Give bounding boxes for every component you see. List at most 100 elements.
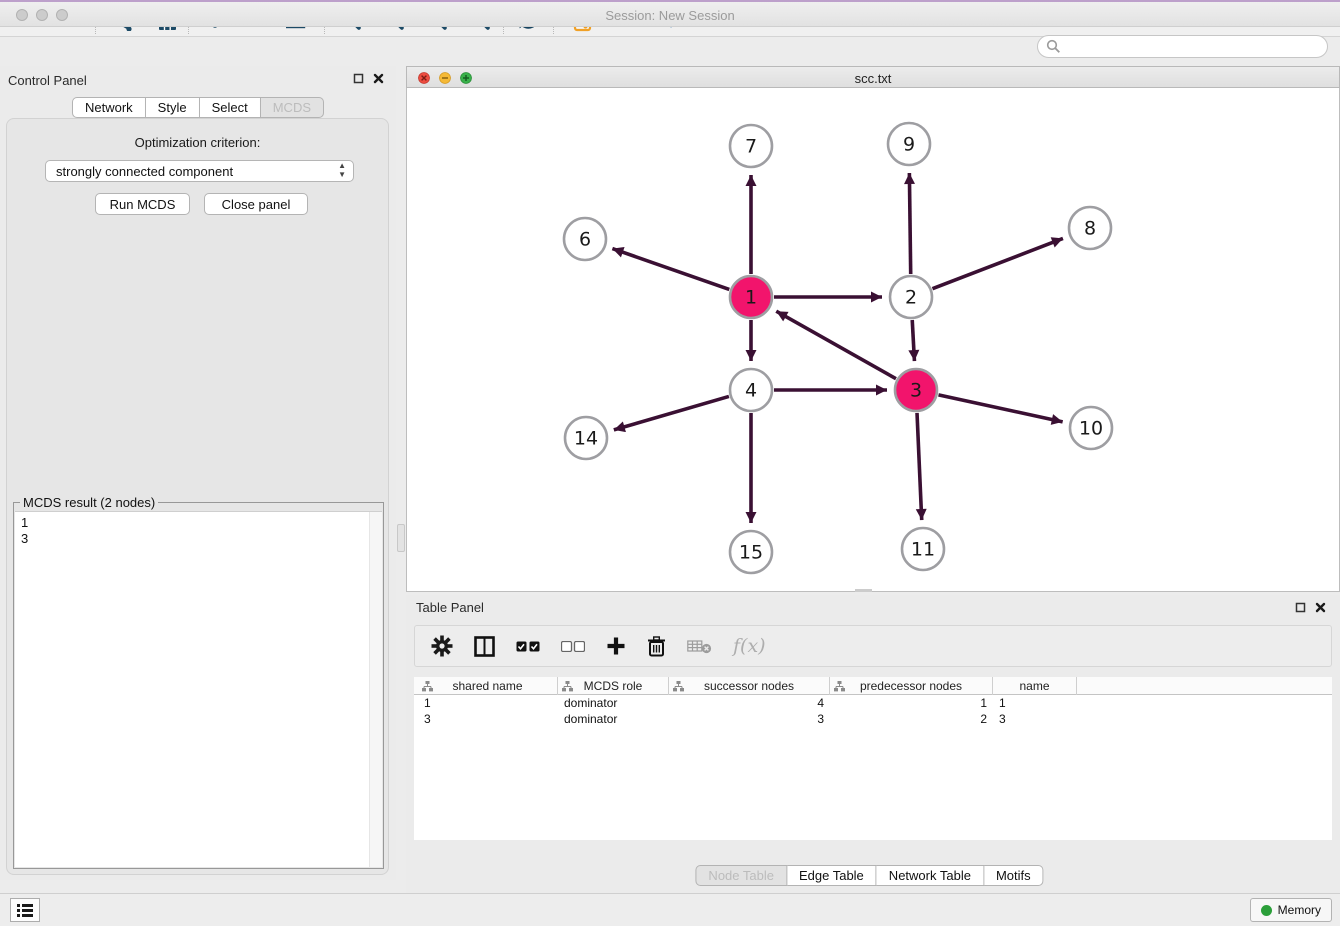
function-builder-icon: f(x) [733,635,766,657]
node-label-2: 2 [905,287,917,309]
table-cell: 3 [669,711,830,727]
mcds-result-group: MCDS result (2 nodes) 1 3 [13,502,384,869]
control-panel-title: Control Panel [8,73,87,88]
list-icon [16,903,34,918]
table-cell: 1 [830,695,993,711]
node-label-3: 3 [910,380,922,402]
close-panel-icon[interactable] [1315,602,1326,613]
delete-row-icon[interactable] [647,636,666,657]
hierarchy-icon [562,681,573,692]
network-window-title: scc.txt [407,71,1339,86]
window-titlebar: Session: New Session [0,0,1340,27]
node-label-6: 6 [579,229,591,251]
window-title: Session: New Session [0,8,1340,23]
edge-2-9[interactable] [909,173,910,274]
column-header[interactable]: MCDS role [558,677,669,695]
tab-network[interactable]: Network [72,97,146,118]
edge-2-3[interactable] [912,320,914,361]
table-cell: dominator [558,695,669,711]
split-pane-grip[interactable] [397,524,405,552]
node-label-15: 15 [739,542,763,564]
mcds-result-title: MCDS result (2 nodes) [20,495,158,510]
tab-edge-table[interactable]: Edge Table [787,865,877,886]
optimization-criterion-label: Optimization criterion: [7,135,388,150]
network-canvas[interactable]: 7 9 6 8 1 2 4 3 14 10 15 11 [406,88,1340,592]
node-label-14: 14 [574,428,598,450]
edge-3-11[interactable] [917,413,922,520]
memory-button[interactable]: Memory [1250,898,1332,922]
deselect-all-checks-icon[interactable] [561,641,585,652]
node-label-1: 1 [745,287,757,309]
table-panel: Table Panel [406,595,1340,893]
edge-3-10[interactable] [938,395,1062,422]
mcds-panel: Optimization criterion: strongly connect… [6,118,389,875]
criterion-value: strongly connected component [56,164,233,179]
tab-select[interactable]: Select [200,97,261,118]
tab-node-table[interactable]: Node Table [695,865,787,886]
result-scrollbar[interactable] [369,512,382,867]
table-body: 1dominator4113dominator323 [414,695,1332,840]
delete-table-icon[interactable] [687,639,712,654]
table-cell: 4 [669,695,830,711]
table-cell: 1 [418,695,558,711]
table-cell: 3 [993,711,1077,727]
show-columns-icon[interactable] [474,636,495,657]
table-header: shared nameMCDS rolesuccessor nodesprede… [414,677,1332,695]
close-panel-button[interactable]: Close panel [204,193,308,215]
memory-status-icon [1261,905,1272,916]
close-panel-icon[interactable] [373,73,384,84]
column-header[interactable]: predecessor nodes [830,677,993,695]
hierarchy-icon [422,681,433,692]
chevron-up-down-icon: ▲▼ [338,161,346,179]
node-label-8: 8 [1084,218,1096,240]
table-row[interactable]: 1dominator411 [418,695,1332,711]
table-tabs: Node Table Edge Table Network Table Moti… [695,865,1043,886]
edge-3-1[interactable] [776,311,896,378]
column-header[interactable]: name [993,677,1077,695]
table-cell: 3 [418,711,558,727]
table-panel-title: Table Panel [416,600,484,615]
node-label-10: 10 [1079,418,1103,440]
control-panel: Control Panel Network Style Select MCDS … [0,66,396,880]
tab-motifs[interactable]: Motifs [984,865,1044,886]
horizontal-scrollbar-nub[interactable] [855,589,872,592]
hierarchy-icon [673,681,684,692]
column-header[interactable]: successor nodes [669,677,830,695]
run-mcds-button[interactable]: Run MCDS [95,193,190,215]
node-label-4: 4 [745,380,757,402]
result-line: 1 [15,515,382,531]
add-row-icon[interactable] [606,636,626,656]
table-toolbar: f(x) [414,625,1332,667]
tab-network-table[interactable]: Network Table [877,865,984,886]
network-view-window: scc.txt 7 9 6 8 1 2 4 3 14 10 15 11 [406,66,1340,592]
select-all-checks-icon[interactable] [516,641,540,652]
mcds-result-box[interactable]: 1 3 [15,511,382,867]
node-label-9: 9 [903,134,915,156]
tab-style[interactable]: Style [146,97,200,118]
criterion-select[interactable]: strongly connected component ▲▼ [45,160,354,182]
status-bar: Memory [0,893,1340,926]
network-window-titlebar[interactable]: scc.txt [406,66,1340,88]
tab-mcds[interactable]: MCDS [261,97,324,118]
result-line: 3 [15,531,382,547]
control-panel-tabs: Network Style Select MCDS [72,97,324,118]
edge-2-8[interactable] [932,238,1062,288]
edge-1-6[interactable] [612,249,729,290]
task-history-button[interactable] [10,898,40,922]
search-box[interactable] [1037,35,1328,58]
table-cell: 2 [830,711,993,727]
search-input[interactable] [1061,40,1327,54]
float-panel-icon[interactable] [1295,602,1306,613]
table-settings-gear-icon[interactable] [431,635,453,657]
table-cell: dominator [558,711,669,727]
column-header[interactable]: shared name [418,677,558,695]
memory-label: Memory [1278,903,1321,917]
search-icon [1046,39,1061,54]
float-panel-icon[interactable] [353,73,364,84]
table-row[interactable]: 3dominator323 [418,711,1332,727]
network-graph[interactable]: 7 9 6 8 1 2 4 3 14 10 15 11 [407,88,1339,590]
hierarchy-icon [834,681,845,692]
edge-4-14[interactable] [614,396,729,429]
node-label-11: 11 [911,539,935,561]
node-label-7: 7 [745,136,757,158]
